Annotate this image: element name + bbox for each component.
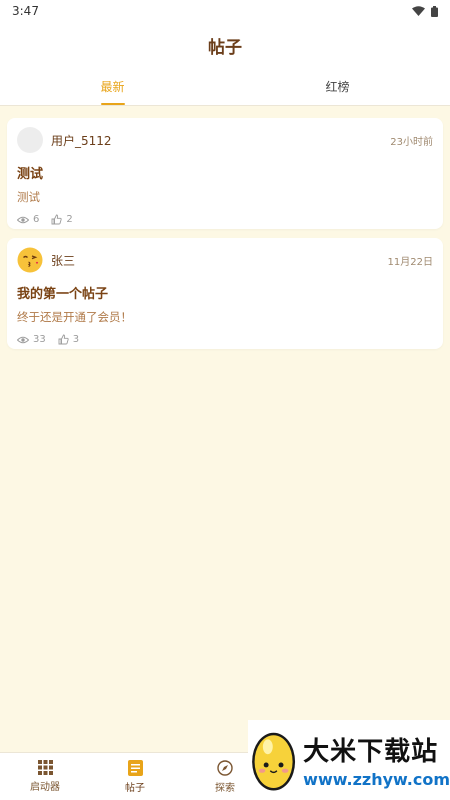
like-count[interactable]: 3	[58, 334, 79, 345]
post-title: 我的第一个帖子	[17, 287, 109, 302]
site-watermark: 大米下载站 www.zzhyw.com	[248, 720, 450, 800]
kissing-face-emoji-icon	[17, 247, 43, 273]
post-time: 11月22日	[387, 256, 433, 268]
post-stats: 6 2	[17, 214, 433, 225]
post-header: 张三 11月22日	[17, 247, 433, 273]
nav-label: 启动器	[30, 782, 60, 793]
eye-icon	[17, 336, 29, 343]
app-header: 帖子	[0, 22, 450, 68]
battery-icon	[431, 5, 438, 17]
watermark-brand: 大米下载站	[303, 737, 439, 767]
page-title: 帖子	[208, 37, 242, 58]
document-icon	[127, 759, 143, 776]
status-bar: 3:47	[0, 0, 450, 22]
post-feed: 用户_5112 23小时前 测试 测试 6 2 张三 11月22日 我的第一个帖…	[7, 118, 443, 358]
avatar[interactable]	[17, 247, 43, 273]
watermark-url: www.zzhyw.com	[303, 770, 450, 789]
post-author[interactable]: 用户_5112	[51, 132, 112, 149]
post-author[interactable]: 张三	[51, 252, 75, 269]
watermark-text: 大米下载站 www.zzhyw.com	[303, 731, 450, 789]
thumbs-up-icon	[58, 334, 69, 345]
view-count-value: 6	[33, 214, 40, 225]
tab-latest[interactable]: 最新	[0, 68, 225, 105]
view-count: 6	[17, 214, 39, 225]
post-stats: 33 3	[17, 334, 433, 345]
status-time: 3:47	[12, 4, 39, 18]
nav-label: 帖子	[125, 782, 145, 794]
post-title: 测试	[17, 167, 44, 182]
tab-red-list[interactable]: 红榜	[225, 68, 450, 105]
tab-bar: 最新 红榜	[0, 68, 450, 106]
post-card[interactable]: 用户_5112 23小时前 测试 测试 6 2	[7, 118, 443, 229]
post-body: 终于还是开通了会员！	[17, 310, 132, 324]
like-count-value: 2	[66, 214, 73, 225]
status-icons	[412, 5, 438, 17]
post-header: 用户_5112 23小时前	[17, 127, 433, 153]
eye-icon	[17, 216, 29, 223]
like-count-value: 3	[72, 334, 80, 345]
avatar[interactable]	[17, 127, 43, 153]
nav-item-launcher[interactable]: 启动器	[0, 753, 90, 800]
egg-mascot-logo	[252, 732, 296, 791]
wifi-icon	[412, 6, 425, 16]
nav-item-posts[interactable]: 帖子	[90, 753, 180, 800]
post-time: 23小时前	[390, 136, 433, 148]
view-count-value: 33	[33, 334, 46, 345]
thumbs-up-icon	[51, 214, 62, 225]
compass-icon	[217, 759, 233, 776]
view-count: 33	[17, 334, 46, 345]
post-body: 测试	[17, 190, 40, 204]
grid-icon	[37, 760, 53, 775]
nav-label: 探索	[215, 782, 235, 794]
post-card[interactable]: 张三 11月22日 我的第一个帖子 终于还是开通了会员！ 33 3	[7, 238, 443, 349]
like-count[interactable]: 2	[51, 214, 73, 225]
